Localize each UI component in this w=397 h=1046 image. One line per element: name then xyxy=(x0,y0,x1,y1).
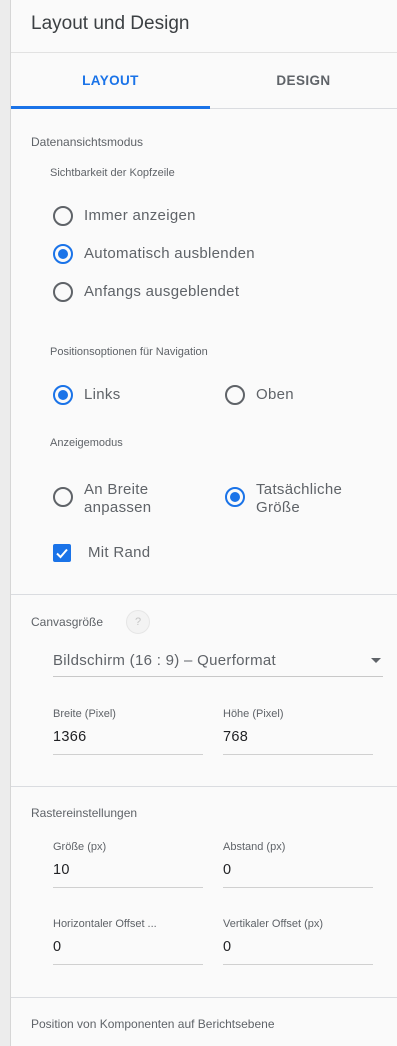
data-view-section-title: Datenansichtsmodus xyxy=(31,135,144,149)
radio-label: Links xyxy=(84,386,121,403)
field-label: Breite (Pixel) xyxy=(53,708,116,720)
canvas-size-value: Bildschirm (16 : 9) – Querformat xyxy=(53,652,276,669)
field-label: Höhe (Pixel) xyxy=(223,708,284,720)
radio-label: Tatsächliche Größe xyxy=(256,481,343,516)
field-label: Größe (px) xyxy=(53,841,107,853)
grid-settings-title: Rastereinstellungen xyxy=(31,806,138,820)
left-edge-bar xyxy=(0,0,11,1046)
dropdown-arrow-icon xyxy=(371,658,381,663)
radio-label: Immer anzeigen xyxy=(84,207,196,224)
section-divider xyxy=(11,786,397,787)
horizontal-offset-input[interactable] xyxy=(53,939,193,955)
grid-spacing-field: Abstand (px) xyxy=(223,841,373,888)
radio-circle xyxy=(53,244,73,264)
grid-size-field: Größe (px) xyxy=(53,841,203,888)
panel-header: Layout und Design xyxy=(11,0,397,52)
radio-circle xyxy=(53,487,73,507)
field-label: Vertikaler Offset (px) xyxy=(223,918,324,930)
panel-title: Layout und Design xyxy=(31,13,190,34)
layout-design-panel: Layout und Design LAYOUT DESIGN Datenans… xyxy=(11,0,397,1046)
radio-circle xyxy=(225,487,245,507)
section-divider xyxy=(11,997,397,998)
radio-label: An Breite anpassen xyxy=(84,481,152,516)
vertical-offset-field: Vertikaler Offset (px) xyxy=(223,918,373,965)
tab-design[interactable]: DESIGN xyxy=(210,53,397,108)
field-label: Abstand (px) xyxy=(223,841,286,853)
checkbox-box xyxy=(53,544,71,562)
radio-label: Automatisch ausblenden xyxy=(84,245,255,262)
checkbox-label: Mit Rand xyxy=(88,544,151,561)
canvas-height-field: Höhe (Pixel) xyxy=(223,708,373,755)
nav-position-label: Positionsoptionen für Navigation xyxy=(50,346,208,358)
section-divider xyxy=(11,594,397,595)
radio-circle xyxy=(53,206,73,226)
canvas-width-input[interactable] xyxy=(53,729,193,745)
radio-label: Anfangs ausgeblendet xyxy=(84,283,240,300)
radio-circle xyxy=(53,282,73,302)
active-tab-indicator xyxy=(11,106,210,109)
vertical-offset-input[interactable] xyxy=(223,939,363,955)
radio-circle xyxy=(225,385,245,405)
grid-spacing-input[interactable] xyxy=(223,862,363,878)
tab-bar: LAYOUT DESIGN xyxy=(11,52,397,109)
canvas-width-field: Breite (Pixel) xyxy=(53,708,203,755)
field-label: Horizontaler Offset ... xyxy=(53,918,157,930)
horizontal-offset-field: Horizontaler Offset ... xyxy=(53,918,203,965)
canvas-height-input[interactable] xyxy=(223,729,363,745)
check-icon xyxy=(56,548,68,559)
canvas-size-select[interactable]: Bildschirm (16 : 9) – Querformat xyxy=(53,640,383,677)
report-level-title: Position von Komponenten auf Berichtsebe… xyxy=(31,1017,275,1031)
tab-layout[interactable]: LAYOUT xyxy=(11,53,210,108)
grid-size-input[interactable] xyxy=(53,862,193,878)
canvas-size-title: Canvasgröße xyxy=(31,615,104,629)
display-mode-label: Anzeigemodus xyxy=(50,437,123,449)
radio-circle xyxy=(53,385,73,405)
radio-label: Oben xyxy=(256,386,294,403)
help-icon[interactable]: ? xyxy=(126,610,150,634)
header-visibility-label: Sichtbarkeit der Kopfzeile xyxy=(50,167,175,179)
